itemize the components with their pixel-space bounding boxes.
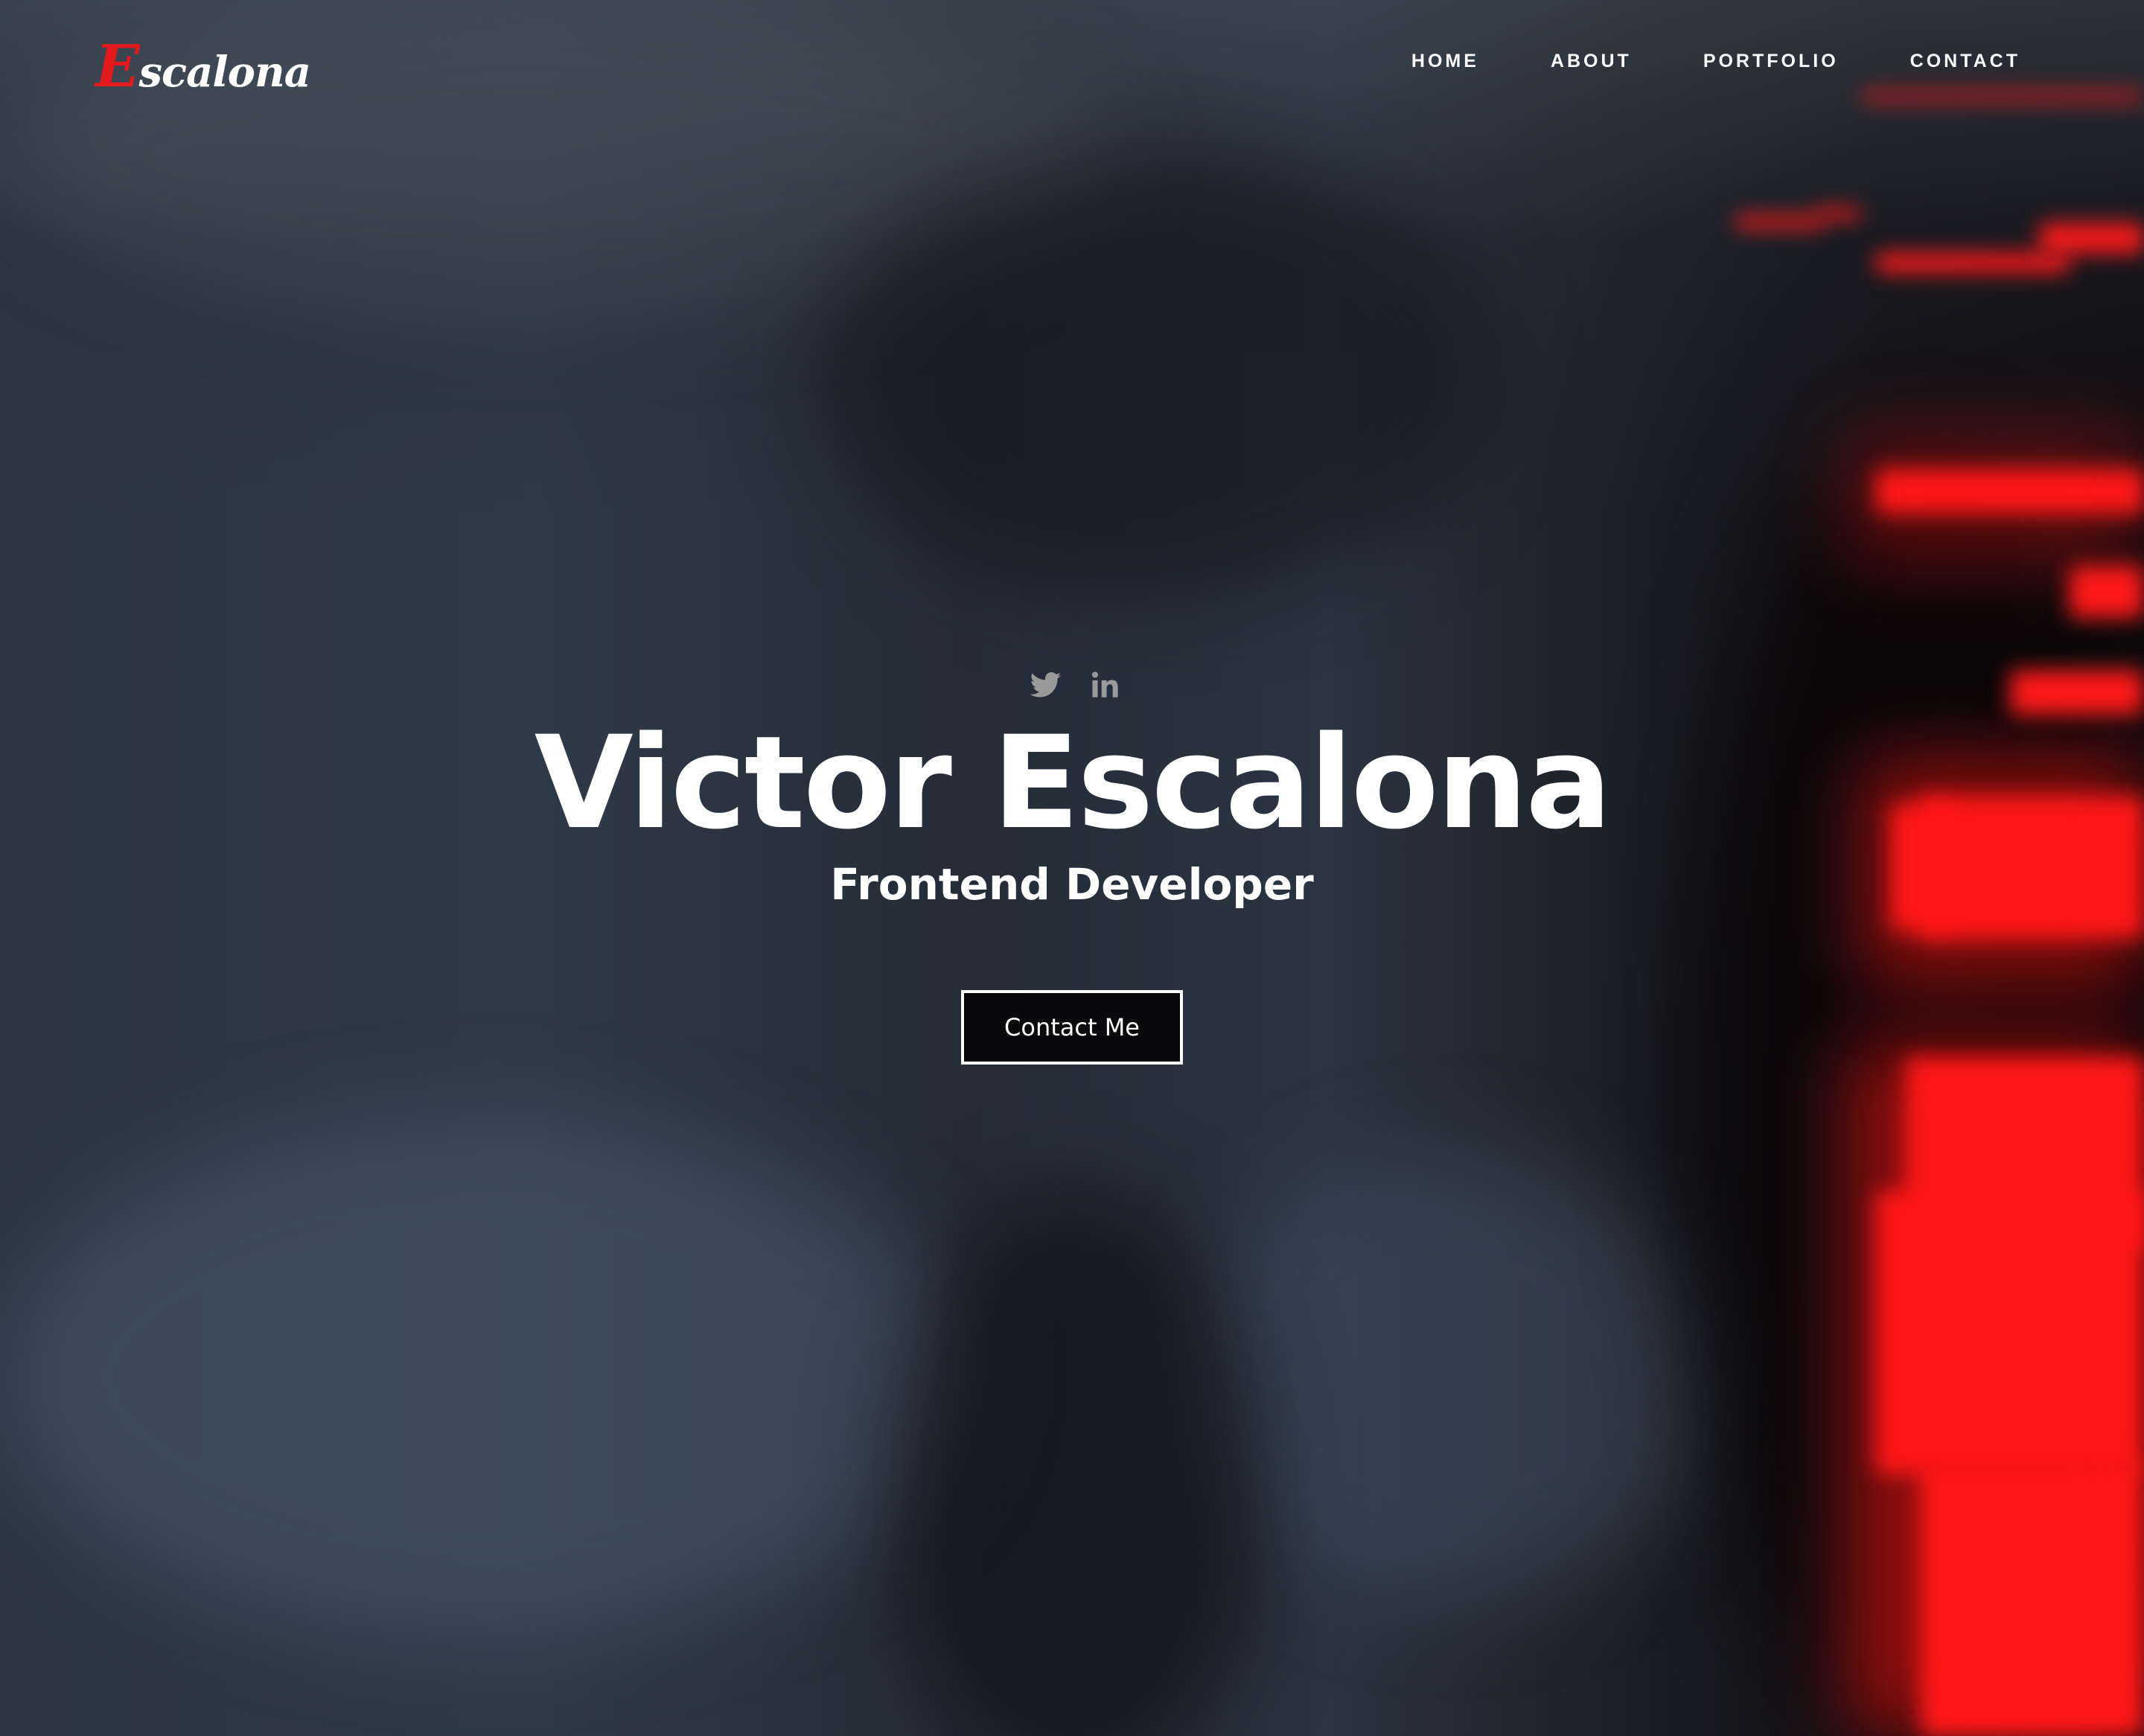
site-logo[interactable]: Escalona xyxy=(95,33,311,100)
contact-me-button[interactable]: Contact Me xyxy=(961,989,1183,1065)
hero-section: Victor Escalona Frontend Developer Conta… xyxy=(0,655,2144,1065)
landing-page: Escalona HOME ABOUT PORTFOLIO CONTACT Vi… xyxy=(0,0,2144,1736)
hero-role-subtitle: Frontend Developer xyxy=(830,859,1314,910)
logo-initial: E xyxy=(95,33,139,100)
top-navbar: Escalona HOME ABOUT PORTFOLIO CONTACT xyxy=(0,0,2144,134)
logo-text: scalona xyxy=(138,48,311,97)
nav-link-about[interactable]: ABOUT xyxy=(1551,51,1632,72)
linkedin-icon[interactable] xyxy=(1090,669,1121,701)
twitter-icon[interactable] xyxy=(1030,669,1062,701)
nav-menu: HOME ABOUT PORTFOLIO CONTACT xyxy=(1411,51,2020,72)
social-links xyxy=(7,655,2144,715)
nav-link-contact[interactable]: CONTACT xyxy=(1910,51,2020,72)
nav-link-portfolio[interactable]: PORTFOLIO xyxy=(1703,51,1839,72)
nav-link-home[interactable]: HOME xyxy=(1411,51,1479,72)
hero-name-heading: Victor Escalona xyxy=(534,708,1612,858)
